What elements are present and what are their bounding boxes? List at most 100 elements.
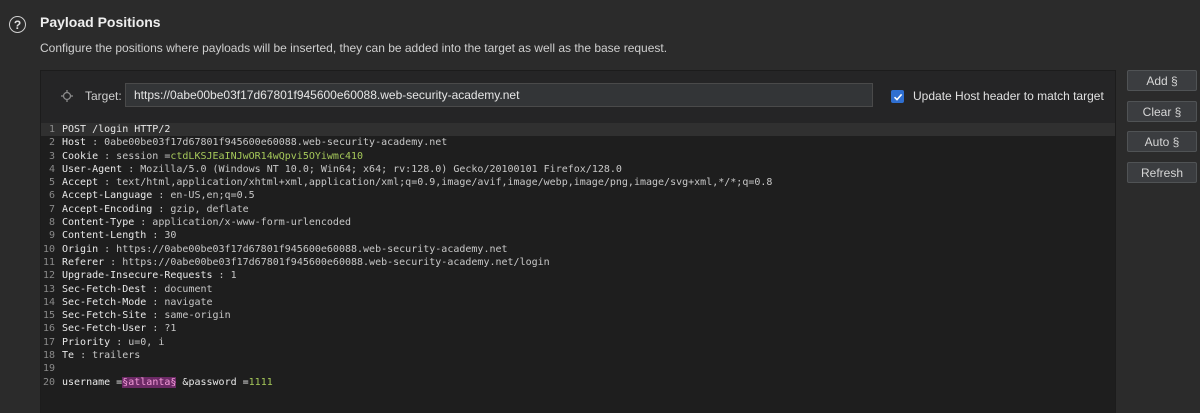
request-line[interactable]: 1 POST /login HTTP/2 [41, 123, 1115, 137]
code-token: POST /login HTTP/2 [62, 124, 171, 135]
code-token: Upgrade-Insecure-Requests [62, 270, 213, 282]
code-token: : Mozilla/5.0 (Windows NT 10.0; Win64; x… [122, 163, 622, 175]
crosshair-icon [61, 90, 73, 102]
code-token: Referer [62, 256, 105, 268]
line-content: POST /login HTTP/2 [62, 123, 170, 136]
line-number: 18 [42, 350, 55, 362]
request-line[interactable]: 15 Sec-Fetch-Site : same-origin [41, 309, 1115, 322]
help-icon[interactable]: ? [9, 16, 26, 33]
code-token: : navigate [146, 296, 213, 308]
line-content: Accept-Language : en-US,en;q=0.5 [62, 189, 255, 202]
line-content: Origin : https://0abe00be03f17d67801f945… [62, 243, 508, 256]
code-token: : application/x-www-form-urlencoded [134, 217, 351, 229]
line-number: 4 [48, 163, 55, 175]
request-line[interactable]: 6 Accept-Language : en-US,en;q=0.5 [41, 189, 1115, 202]
code-token: : 0abe00be03f17d67801f945600e60088.web-s… [86, 137, 448, 149]
code-token: : https://0abe00be03f17d67801f945600e600… [104, 256, 550, 268]
line-content: Te : trailers [62, 349, 140, 362]
code-token: Cookie [62, 150, 99, 162]
target-url-input[interactable] [125, 83, 873, 107]
line-content: Host : 0abe00be03f17d67801f945600e60088.… [62, 136, 447, 149]
request-line[interactable]: 18 Te : trailers [41, 349, 1115, 362]
code-token: : u=0, i [110, 336, 165, 348]
line-content: Sec-Fetch-Site : same-origin [62, 309, 231, 322]
code-token: : text/html,application/xhtml+xml,applic… [98, 177, 773, 189]
request-line[interactable]: 8 Content-Type : application/x-www-form-u… [41, 216, 1115, 229]
request-line[interactable]: 11 Referer : https://0abe00be03f17d67801f… [41, 256, 1115, 269]
request-line[interactable]: 14 Sec-Fetch-Mode : navigate [41, 296, 1115, 309]
page-title: Payload Positions [40, 14, 161, 30]
line-number: 6 [48, 190, 55, 202]
request-editor[interactable]: 1 POST /login HTTP/2 2 Host : 0abe00be03f17… [41, 123, 1115, 413]
code-token: : ?1 [146, 323, 177, 335]
request-line[interactable]: 4 User-Agent : Mozilla/5.0 (Windows NT 10… [41, 163, 1115, 176]
line-number: 1 [48, 124, 55, 135]
code-token: username = [62, 376, 123, 388]
code-token: Sec-Fetch-Site [62, 310, 147, 322]
update-host-checkbox[interactable] [891, 90, 904, 103]
code-token: : 1 [212, 270, 237, 282]
line-content: Referer : https://0abe00be03f17d67801f94… [62, 256, 550, 269]
code-token: Accept [62, 177, 99, 189]
line-number: 11 [42, 256, 55, 268]
code-token: : trailers [74, 350, 141, 362]
line-number: 12 [42, 270, 55, 282]
checkmark-icon [893, 93, 902, 101]
code-token: Sec-Fetch-User [62, 323, 147, 335]
request-line[interactable]: 2 Host : 0abe00be03f17d67801f945600e60088… [41, 136, 1115, 149]
line-content: Cookie : session =ctdLKSJEaINJwOR14wQpvi… [62, 150, 363, 163]
code-token: Content-Length [62, 230, 147, 242]
line-content: Accept : text/html,application/xhtml+xml… [62, 176, 772, 189]
add-marker-button[interactable]: Add § [1127, 70, 1197, 91]
code-token: Te [62, 350, 75, 362]
line-number: 20 [42, 376, 55, 388]
request-line[interactable]: 10 Origin : https://0abe00be03f17d67801f9… [41, 243, 1115, 256]
line-content: username =§atlanta§ &password =1111 [62, 376, 273, 389]
line-number: 14 [42, 296, 55, 308]
request-line[interactable]: 16 Sec-Fetch-User : ?1 [41, 322, 1115, 335]
code-token: 1111 [248, 376, 273, 388]
request-line[interactable]: 7 Accept-Encoding : gzip, deflate [41, 203, 1115, 216]
line-number: 5 [48, 177, 55, 189]
request-line[interactable]: 13 Sec-Fetch-Dest : document [41, 283, 1115, 296]
code-token: Content-Type [62, 217, 135, 229]
code-token: User-Agent [62, 163, 123, 175]
target-label: Target: [85, 89, 122, 103]
code-token: : same-origin [146, 310, 231, 322]
code-token: ctdLKSJEaINJwOR14wQpvi5OYiwmc410 [170, 150, 364, 162]
line-number: 15 [42, 310, 55, 322]
update-host-label[interactable]: Update Host header to match target [913, 89, 1104, 103]
line-number: 19 [42, 363, 55, 375]
code-token: : session = [98, 150, 171, 162]
code-token: Sec-Fetch-Mode [62, 296, 147, 308]
code-token: Origin [62, 243, 99, 255]
line-content: User-Agent : Mozilla/5.0 (Windows NT 10.… [62, 163, 622, 176]
code-token: : gzip, deflate [152, 203, 249, 215]
request-line[interactable]: 19 [41, 362, 1115, 375]
refresh-button[interactable]: Refresh [1127, 162, 1197, 183]
line-number: 17 [42, 336, 55, 348]
code-token: Priority [62, 336, 111, 348]
line-number: 10 [42, 243, 55, 255]
clear-markers-button[interactable]: Clear § [1127, 101, 1197, 122]
line-number: 16 [42, 323, 55, 335]
line-content: Content-Length : 30 [62, 229, 176, 242]
auto-markers-button[interactable]: Auto § [1127, 131, 1197, 152]
line-content: Priority : u=0, i [62, 336, 164, 349]
code-token: : https://0abe00be03f17d67801f945600e600… [98, 243, 508, 255]
request-line[interactable]: 17 Priority : u=0, i [41, 336, 1115, 349]
line-content: Accept-Encoding : gzip, deflate [62, 203, 249, 216]
request-line[interactable]: 5 Accept : text/html,application/xhtml+xm… [41, 176, 1115, 189]
payload-positions-panel: Target: Update Host header to match targ… [40, 70, 1116, 413]
line-content: Sec-Fetch-Mode : navigate [62, 296, 213, 309]
line-number: 13 [42, 283, 55, 295]
line-number: 8 [48, 217, 55, 229]
code-token: Accept-Encoding [62, 203, 153, 215]
code-token: Host [62, 137, 87, 149]
target-row: Target: Update Host header to match targ… [41, 71, 1115, 123]
payload-marker[interactable]: §atlanta§ [122, 376, 177, 388]
request-line[interactable]: 20 username =§atlanta§ &password =1111 [41, 376, 1115, 389]
request-line[interactable]: 3 Cookie : session =ctdLKSJEaINJwOR14wQpv… [41, 150, 1115, 163]
request-line[interactable]: 12 Upgrade-Insecure-Requests : 1 [41, 269, 1115, 282]
request-line[interactable]: 9 Content-Length : 30 [41, 229, 1115, 242]
